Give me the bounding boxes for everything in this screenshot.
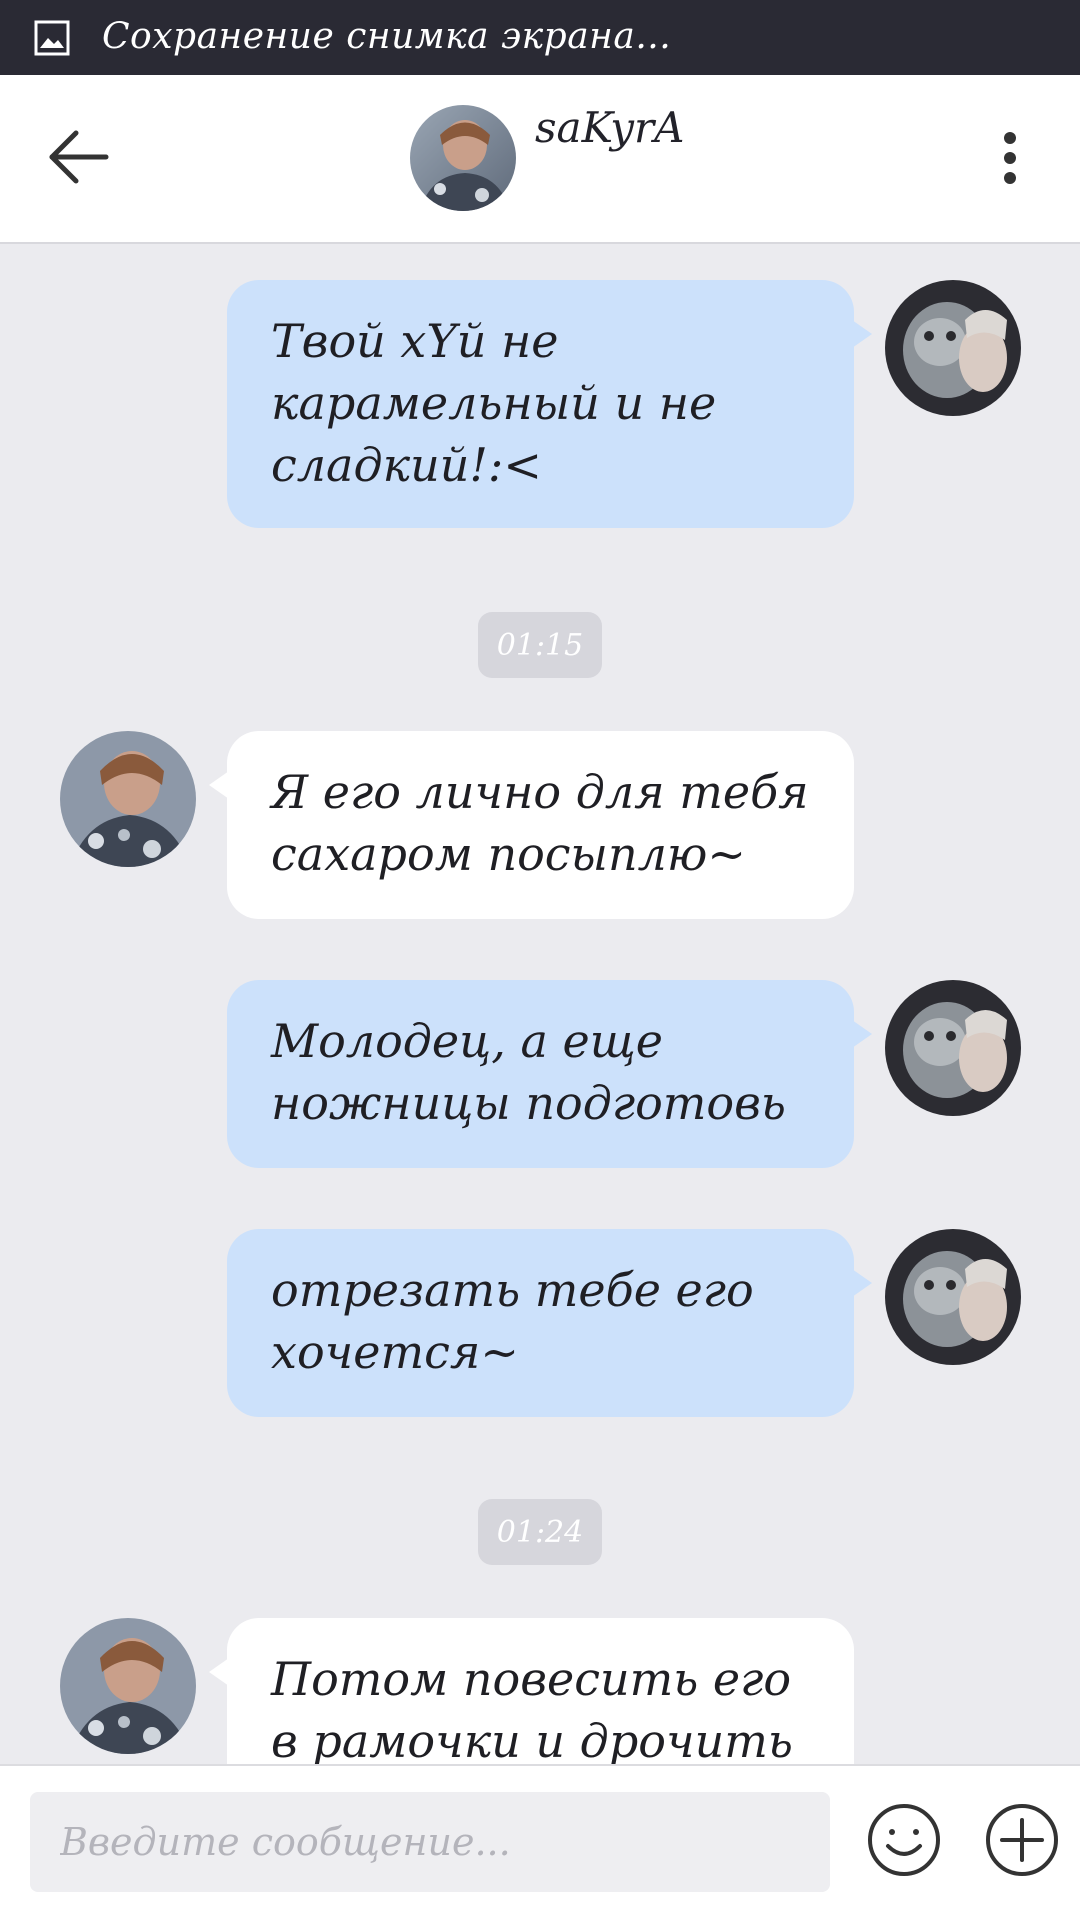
my-avatar[interactable]: [885, 1229, 1021, 1365]
attach-button[interactable]: [984, 1802, 1060, 1878]
contact-avatar[interactable]: [60, 1618, 196, 1754]
back-button[interactable]: [46, 127, 110, 187]
header-avatar[interactable]: [410, 105, 516, 211]
emoji-button[interactable]: [866, 1802, 942, 1878]
message-text: Потом повесить его в рамочки и дрочить: [271, 1652, 793, 1764]
timestamp-text: 01:15: [496, 627, 584, 663]
screenshot-icon: [34, 20, 70, 56]
message-text: Я его лично для тебя сахаром посыплю~: [271, 765, 809, 881]
message-text: Молодец, а еще ножницы подготовь: [271, 1014, 786, 1130]
arrow-left-icon: [49, 130, 109, 184]
input-bar: [0, 1764, 1080, 1922]
smiley-icon: [868, 1804, 940, 1876]
more-options-button[interactable]: [990, 130, 1030, 186]
message-bubble-outgoing[interactable]: Твой хYй не карамельный и не сладкий!:<: [227, 280, 872, 528]
message-bubble-incoming[interactable]: Я его лично для тебя сахаром посыплю~: [209, 731, 854, 919]
plus-circle-icon: [986, 1804, 1058, 1876]
message-list[interactable]: Твой хYй не карамельный и не сладкий!:< …: [0, 244, 1080, 1764]
contact-name[interactable]: saKyrA: [535, 103, 684, 152]
message-input[interactable]: [30, 1792, 830, 1892]
timestamp-divider: 01:24: [478, 1499, 602, 1565]
my-avatar[interactable]: [885, 980, 1021, 1116]
timestamp-text: 01:24: [496, 1514, 584, 1550]
chat-header: saKyrA: [0, 75, 1080, 244]
message-text: Твой хYй не карамельный и не сладкий!:<: [271, 314, 717, 492]
my-avatar[interactable]: [885, 280, 1021, 416]
status-text: Сохранение снимка экрана...: [102, 16, 672, 57]
message-bubble-outgoing[interactable]: отрезать тебе его хочется~: [227, 1229, 872, 1417]
timestamp-divider: 01:15: [478, 612, 602, 678]
message-bubble-outgoing[interactable]: Молодец, а еще ножницы подготовь: [227, 980, 872, 1168]
contact-avatar[interactable]: [60, 731, 196, 867]
message-bubble-incoming[interactable]: Потом повесить его в рамочки и дрочить: [209, 1618, 854, 1764]
status-bar: Сохранение снимка экрана...: [0, 0, 1080, 75]
message-text: отрезать тебе его хочется~: [271, 1263, 754, 1379]
more-vertical-icon: [1004, 132, 1016, 184]
